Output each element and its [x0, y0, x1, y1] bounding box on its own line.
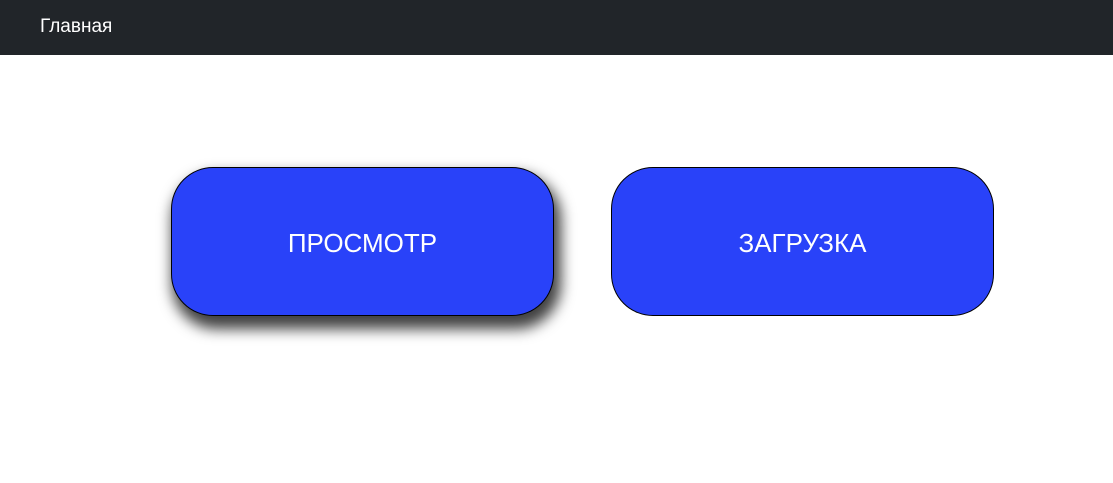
upload-button[interactable]: ЗАГРУЗКА: [611, 167, 994, 316]
top-navbar: Главная: [0, 0, 1113, 55]
nav-home-link[interactable]: Главная: [40, 15, 112, 39]
view-button[interactable]: ПРОСМОТР: [171, 167, 554, 316]
